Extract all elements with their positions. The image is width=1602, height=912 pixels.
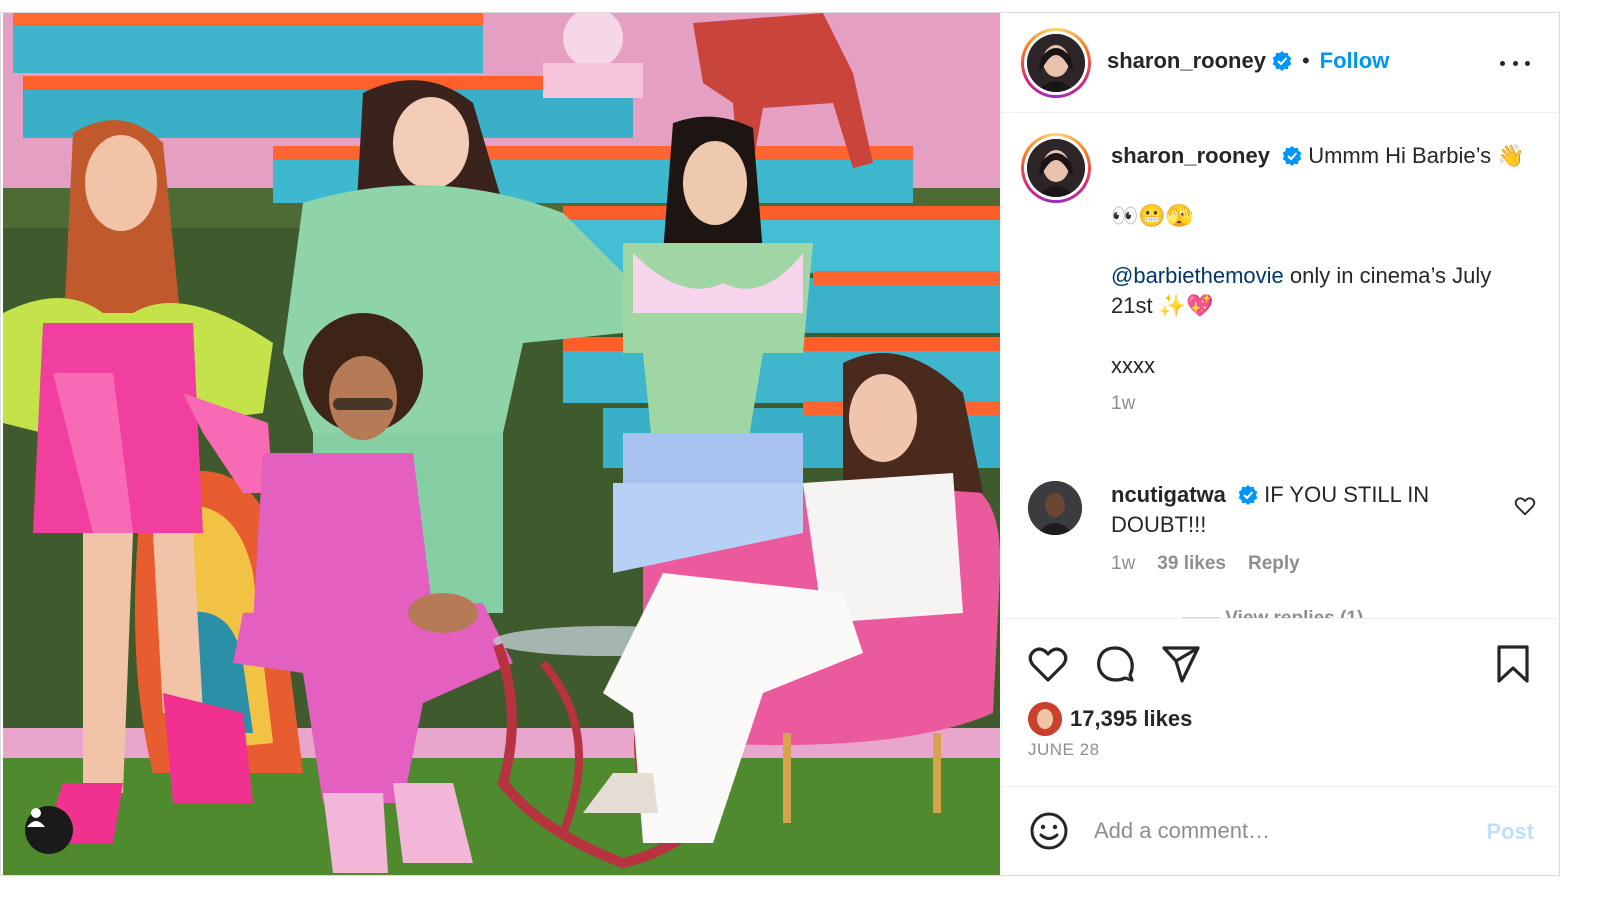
like-heart-icon[interactable] [1027,643,1069,685]
photo-illustration [3,13,1000,875]
likes-summary[interactable]: 17,395 likes [1028,702,1192,736]
likes-count[interactable]: 17,395 likes [1070,706,1192,732]
more-options-icon[interactable] [1500,51,1530,75]
comments-section: sharon_rooney Ummm Hi Barbie’s 👋 👀😬🫣 @ba… [1002,113,1560,618]
share-send-icon[interactable] [1160,643,1202,685]
post-actions: 17,395 likes JUNE 28 [1002,618,1560,786]
commenter-avatar[interactable] [1028,481,1082,535]
comment-like-heart-icon[interactable] [1514,495,1536,517]
comment-item: ncutigatwa IF YOU STILL IN DOUBT!!! [1111,480,1491,540]
user-icon [27,808,45,827]
emoji-icon[interactable] [1028,810,1070,852]
save-bookmark-icon[interactable] [1492,643,1534,685]
caption-avatar[interactable] [1021,133,1091,203]
caption-line-4: xxxx [1111,353,1155,378]
post-caption: sharon_rooney Ummm Hi Barbie’s 👋 👀😬🫣 @ba… [1111,141,1531,419]
header-user-line: sharon_rooney • Follow [1107,46,1389,76]
tagged-users-button[interactable] [25,806,73,854]
liker-photo [1028,702,1062,736]
author-avatar[interactable] [1021,28,1091,98]
post-header: sharon_rooney • Follow [1002,13,1560,113]
verified-badge-icon [1272,51,1292,71]
comment-timestamp[interactable]: 1w [1111,553,1135,575]
comment-reply-button[interactable]: Reply [1248,553,1300,575]
profile-photo [1027,34,1085,92]
verified-badge-icon [1238,485,1258,505]
profile-photo [1027,139,1085,197]
comment-meta: 1w 39 likes Reply [1111,553,1300,575]
caption-username[interactable]: sharon_rooney [1111,143,1270,168]
comment-likes-count[interactable]: 39 likes [1157,553,1226,575]
comment-input[interactable] [1094,811,1474,851]
author-username[interactable]: sharon_rooney [1107,48,1266,74]
liker-avatar [1028,702,1062,736]
caption-line-1: Ummm Hi Barbie’s 👋 [1308,143,1525,168]
post-date[interactable]: JUNE 28 [1028,740,1100,760]
commenter-username[interactable]: ncutigatwa [1111,482,1226,507]
commenter-photo [1028,481,1082,535]
post-photo[interactable] [3,13,1000,875]
follow-button[interactable]: Follow [1320,48,1390,74]
caption-timestamp[interactable]: 1w [1111,389,1531,419]
caption-line-2: 👀😬🫣 [1111,203,1194,228]
caption-mention-link[interactable]: @barbiethemovie [1111,263,1284,288]
view-replies-button[interactable]: —— View replies (1) [1182,608,1363,618]
separator-dot: • [1301,48,1310,73]
comment-icon[interactable] [1094,643,1136,685]
verified-badge-icon [1282,146,1302,166]
post-sidebar: sharon_rooney • Follow sharon_rooney Umm… [1001,13,1560,875]
comment-composer: Post [1002,786,1560,875]
post-comment-button[interactable]: Post [1486,819,1534,845]
